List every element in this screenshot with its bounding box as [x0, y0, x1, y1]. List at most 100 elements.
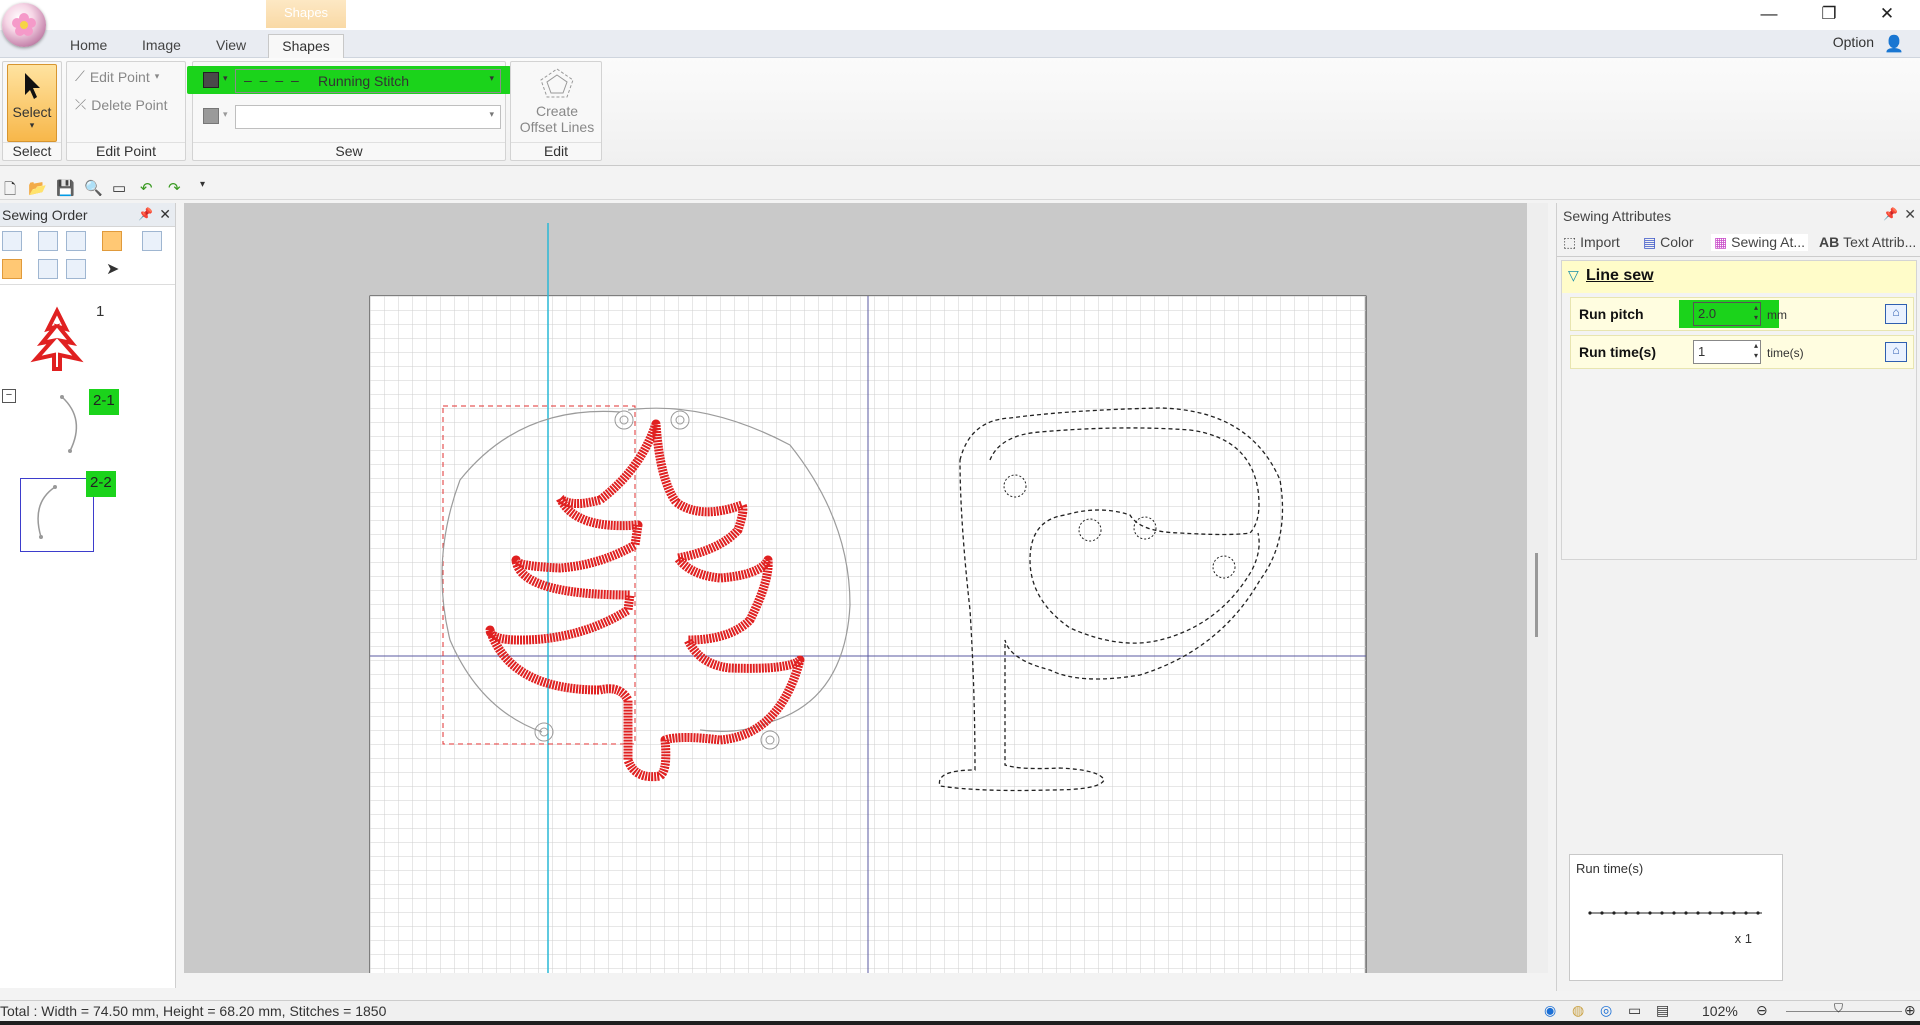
quick-access-toolbar: 🗋 📂 💾 🔍 ▭ ↶ ↷ ▾: [0, 176, 1920, 200]
select-button[interactable]: Select ▾: [7, 64, 57, 142]
fill-type-select[interactable]: ▾: [235, 105, 501, 129]
run-times-label: Run time(s): [1579, 344, 1656, 360]
select-button-label: Select: [12, 104, 52, 120]
dropdown-arrow-icon: ▾: [489, 109, 494, 119]
group-view-icon[interactable]: [2, 259, 22, 279]
tab-sewing-attributes[interactable]: ▦ Sewing At...: [1711, 234, 1809, 251]
zoom-in-icon[interactable]: ⊕: [1904, 1002, 1916, 1019]
split-icon[interactable]: [66, 259, 86, 279]
group-edit-point: ⟋ Edit Point ▾ ⤫ Delete Point Edit Point: [66, 61, 186, 161]
customize-qat-icon[interactable]: ▾: [200, 179, 205, 190]
tree-thumbnail: [30, 306, 84, 371]
taskbar-edge: [0, 1021, 1920, 1025]
sewing-order-toolbar: ➤: [0, 227, 175, 285]
user-icon[interactable]: 👤: [1884, 34, 1904, 54]
group-label-sew: Sew: [193, 142, 505, 160]
run-times-row: Run time(s) 1 ▴ ▾ time(s) ⌂: [1570, 335, 1914, 369]
sewing-order-item-2-2[interactable]: [20, 478, 94, 552]
selection-frame-icon[interactable]: [102, 231, 122, 251]
move-front-icon[interactable]: [38, 231, 58, 251]
create-offset-lines-button[interactable]: Create Offset Lines: [519, 66, 595, 140]
stitch-color-picker[interactable]: ▾: [197, 69, 233, 93]
zoom-icon[interactable]: 🔍: [84, 179, 103, 197]
design-page: [369, 223, 1367, 973]
pin-icon[interactable]: 📌: [138, 207, 153, 221]
sewing-order-item-2-1[interactable]: [20, 389, 94, 463]
close-panel-icon[interactable]: ✕: [1904, 206, 1916, 223]
view-mode-1-icon[interactable]: ◉: [1544, 1002, 1556, 1019]
tab-text-attributes[interactable]: AB Text Attrib...: [1819, 234, 1916, 250]
save-icon[interactable]: 💾: [56, 179, 75, 197]
fit-all-icon[interactable]: [2, 231, 22, 251]
design-canvas[interactable]: [184, 203, 1527, 973]
group-select: Select ▾ Select: [2, 61, 62, 161]
tab-shapes[interactable]: Shapes: [268, 34, 344, 58]
ribbon-tab-bar: Home Image View Shapes: [0, 30, 1920, 58]
thread-spool-icon: [203, 72, 219, 88]
pointer-icon[interactable]: ➤: [106, 259, 119, 279]
vertical-scroll-thumb[interactable]: [1535, 553, 1538, 637]
vertical-scrollbar[interactable]: [1527, 203, 1548, 973]
zoom-slider[interactable]: [1786, 1011, 1902, 1012]
spin-arrows-icon[interactable]: ▴ ▾: [1754, 303, 1758, 323]
combine-icon[interactable]: [38, 259, 58, 279]
context-tab-shapes: Shapes: [266, 0, 346, 28]
new-file-icon[interactable]: 🗋: [4, 179, 16, 204]
view-mode-2-icon[interactable]: ◍: [1572, 1002, 1584, 1019]
tab-view[interactable]: View: [210, 34, 252, 58]
view-mode-3-icon[interactable]: ◎: [1600, 1002, 1612, 1019]
tab-import[interactable]: ⬚ Import: [1563, 234, 1620, 251]
stitch-type-value: Running Stitch: [318, 73, 410, 89]
restore-icon: ❐: [1821, 4, 1837, 23]
tab-image[interactable]: Image: [136, 34, 187, 58]
close-button[interactable]: ✕: [1858, 0, 1916, 28]
line-sew-header[interactable]: ▽ Line sew: [1562, 261, 1916, 293]
restore-button[interactable]: ❐: [1800, 0, 1858, 28]
sewing-order-item-1[interactable]: [20, 303, 94, 377]
run-times-input[interactable]: 1 ▴ ▾: [1693, 340, 1761, 364]
collapse-toggle[interactable]: −: [2, 389, 16, 403]
run-times-value: 1: [1698, 344, 1706, 359]
ribbon: Select ▾ Select ⟋ Edit Point ▾ ⤫ Delete …: [0, 58, 1920, 166]
zoom-slider-thumb[interactable]: ⛉: [1834, 1001, 1843, 1016]
move-back-icon[interactable]: [66, 231, 86, 251]
view-mode-4-icon[interactable]: ▭: [1628, 1002, 1641, 1019]
option-menu[interactable]: Option: [1833, 34, 1874, 50]
edit-point-button[interactable]: ⟋ Edit Point ▾: [75, 68, 159, 85]
redo-icon[interactable]: ↷: [168, 179, 181, 197]
run-pitch-input[interactable]: 2.0 ▴ ▾: [1693, 302, 1761, 326]
zoom-level: 102%: [1702, 1003, 1738, 1019]
tab-color[interactable]: ▤ Color: [1643, 234, 1694, 251]
sewing-attr-icon: ▦: [1714, 234, 1732, 250]
create-offset-line1: Create: [535, 103, 579, 119]
attribute-tabs: ⬚ Import ▤ Color ▦ Sewing At... AB Text …: [1557, 229, 1920, 257]
run-times-unit: time(s): [1767, 346, 1804, 360]
delete-point-button[interactable]: ⤫ Delete Point: [75, 96, 167, 113]
stitch-type-select[interactable]: – – – – Running Stitch ▾: [235, 69, 501, 93]
undo-icon[interactable]: ↶: [140, 179, 153, 197]
pin-icon[interactable]: 📌: [1883, 207, 1898, 221]
tab-color-label: Color: [1660, 234, 1694, 250]
close-panel-icon[interactable]: ✕: [159, 206, 171, 223]
reset-default-icon[interactable]: ⌂: [1885, 342, 1907, 362]
view-mode-5-icon[interactable]: ▤: [1656, 1002, 1669, 1019]
minimize-button[interactable]: —: [1740, 0, 1798, 28]
delete-point-label: Delete Point: [91, 96, 168, 113]
stitch-simulator-icon[interactable]: ▭: [112, 179, 126, 197]
order-label-1: 1: [96, 303, 105, 320]
group-sew: ▾ – – – – Running Stitch ▾ ▾ ▾ Sew: [187, 61, 511, 161]
arc-thumbnail: [60, 395, 78, 453]
run-pitch-unit: mm: [1767, 308, 1787, 322]
order-label-2-2: 2-2: [86, 471, 116, 497]
tab-home[interactable]: Home: [64, 34, 113, 58]
app-menu-button[interactable]: [2, 3, 46, 47]
spin-arrows-icon[interactable]: ▴ ▾: [1754, 341, 1758, 361]
group-edit: Create Offset Lines Edit: [510, 61, 602, 161]
open-folder-icon[interactable]: 📂: [28, 179, 47, 197]
run-pitch-value: 2.0: [1698, 306, 1717, 321]
reset-default-icon[interactable]: ⌂: [1885, 304, 1907, 324]
fill-color-picker[interactable]: ▾: [197, 105, 233, 129]
zoom-out-icon[interactable]: ⊖: [1756, 1002, 1768, 1019]
thread-icon[interactable]: [142, 231, 162, 251]
title-bar: Shapes — ❐ ✕: [0, 0, 1920, 33]
